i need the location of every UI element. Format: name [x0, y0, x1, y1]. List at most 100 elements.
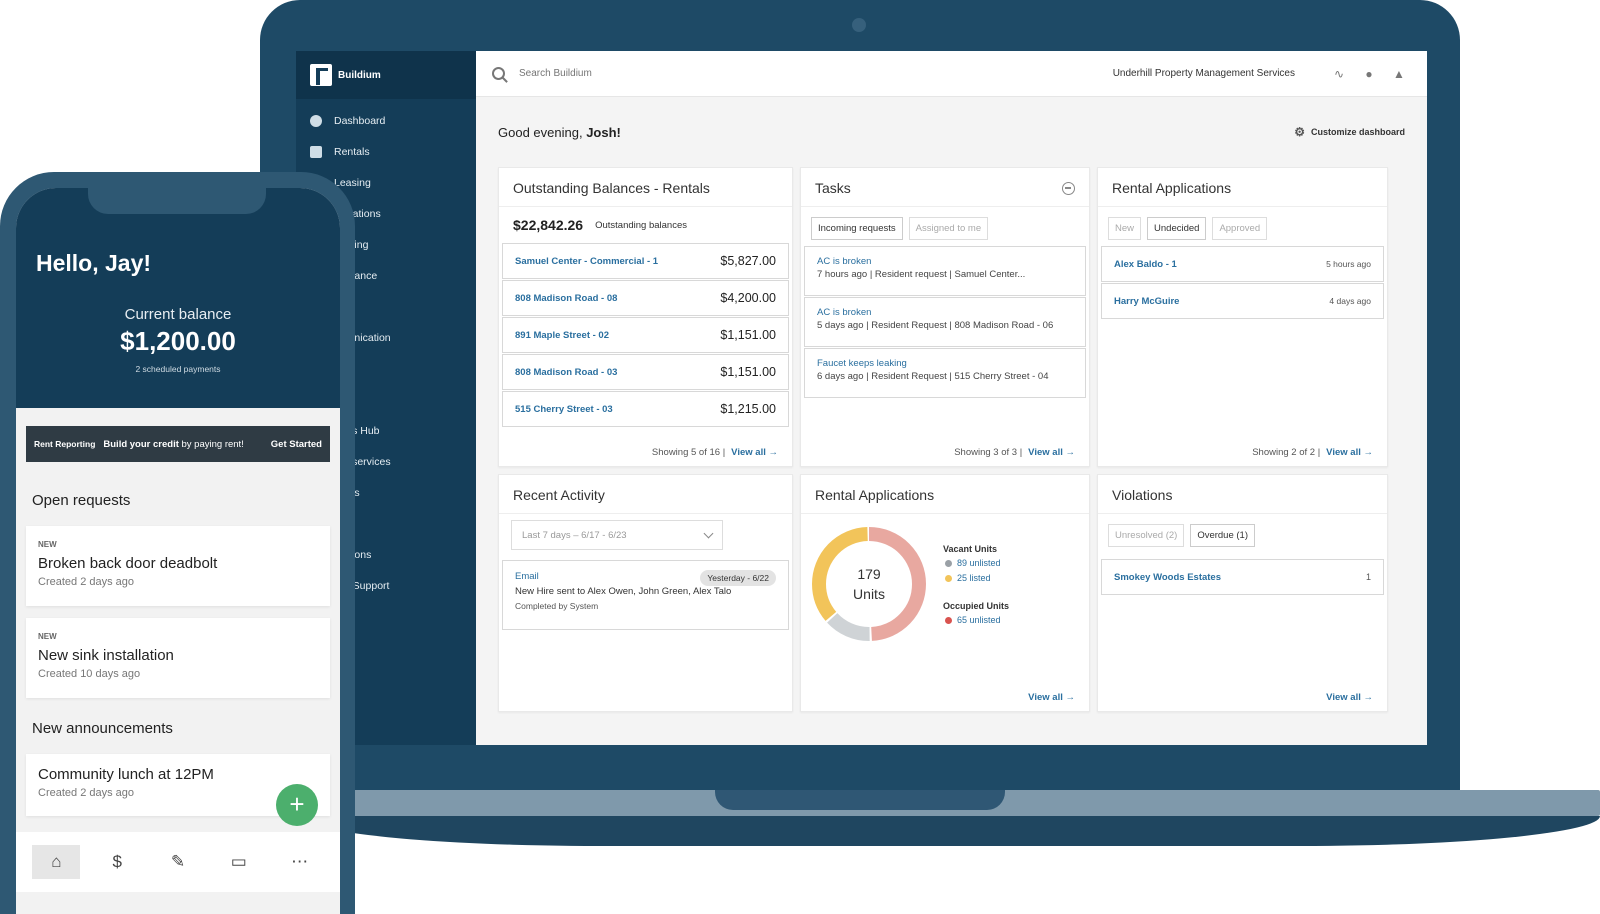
card-title: Outstanding Balances - Rentals — [499, 168, 792, 207]
activity-completed-by: Completed by System — [515, 601, 599, 611]
current-balance-label: Current balance — [124, 306, 232, 323]
request-created: Created 2 days ago — [38, 576, 135, 588]
request-card[interactable]: NEW New sink installation Created 10 day… — [26, 618, 330, 698]
collapse-icon[interactable] — [1062, 181, 1075, 195]
company-name[interactable]: Underhill Property Management Services — [1113, 68, 1295, 79]
units-total: 179 — [857, 566, 881, 582]
balance-row[interactable]: Samuel Center - Commercial - 1 $5,827.00 — [502, 243, 789, 279]
dashboard-grid: Outstanding Balances - Rentals $22,842.2… — [498, 167, 1405, 712]
open-requests-heading: Open requests — [32, 492, 131, 509]
legend-vacant-unlisted[interactable]: 89 unlisted — [943, 558, 1009, 568]
card-title: Recent Activity — [499, 475, 792, 514]
balances-total-label: Outstanding balances — [595, 219, 687, 231]
laptop-camera — [852, 18, 866, 32]
chevron-down-icon — [703, 528, 714, 538]
card-title: Rental Applications — [801, 475, 1089, 514]
violations-card: Violations Unresolved (2) Overdue (1) Sm… — [1097, 474, 1388, 712]
activity-date-badge: Yesterday - 6/22 — [700, 570, 776, 586]
customize-dashboard-button[interactable]: ⚙ Customize dashboard — [1294, 125, 1405, 139]
greeting: Good evening, Josh! — [498, 124, 621, 140]
view-all-link[interactable]: View all → — [1028, 447, 1075, 458]
phone-header: Hello, Jay! Current balance $1,200.00 2 … — [16, 188, 340, 408]
phone-notch — [88, 188, 266, 214]
new-badge: NEW — [38, 540, 57, 549]
task-item[interactable]: AC is broken 7 hours ago | Resident requ… — [804, 246, 1086, 296]
task-item[interactable]: AC is broken 5 days ago | Resident Reque… — [804, 297, 1086, 347]
sidebar-item-dashboard[interactable]: Dashboard — [296, 105, 476, 136]
tab-incoming-requests[interactable]: Incoming requests — [811, 217, 903, 240]
search-input[interactable] — [519, 68, 899, 79]
store-icon[interactable]: ▭ — [215, 845, 263, 879]
add-button[interactable]: + — [276, 784, 318, 826]
view-all-link[interactable]: View all → — [1326, 692, 1373, 703]
violations-tabs: Unresolved (2) Overdue (1) — [1098, 514, 1387, 553]
legend-occupied-unlisted[interactable]: 65 unlisted — [943, 615, 1009, 625]
activity-item[interactable]: Email Yesterday - 6/22 New Hire sent to … — [502, 560, 789, 630]
violation-row[interactable]: Smokey Woods Estates 1 — [1101, 559, 1384, 595]
tab-approved[interactable]: Approved — [1212, 217, 1268, 240]
rental-applications-card: Rental Applications New Undecided Approv… — [1097, 167, 1388, 467]
card-title: Tasks — [801, 168, 1089, 207]
phone-frame: Hello, Jay! Current balance $1,200.00 2 … — [0, 172, 355, 914]
view-all-link[interactable]: View all → — [731, 447, 778, 458]
card-footer: Showing 3 of 3 | View all → — [954, 447, 1075, 458]
tasks-tabs: Incoming requests Assigned to me — [801, 207, 1089, 246]
laptop-screen: Buildium Dashboard Rentals Leasing socia… — [296, 51, 1427, 745]
top-bar: Underhill Property Management Services ∿… — [476, 51, 1427, 97]
card-title: Violations — [1098, 475, 1387, 514]
laptop-bottom — [300, 816, 1600, 846]
view-all-link[interactable]: View all → — [1028, 692, 1075, 703]
legend-vacant-listed[interactable]: 25 listed — [943, 573, 1009, 583]
banner-text: Build your credit by paying rent! — [103, 438, 244, 450]
more-icon[interactable]: ⋯ — [276, 845, 324, 879]
units-label: Units — [853, 586, 885, 602]
balance-row[interactable]: 891 Maple Street - 02 $1,151.00 — [502, 317, 789, 353]
tab-overdue[interactable]: Overdue (1) — [1190, 524, 1255, 547]
chat-icon[interactable]: ● — [1361, 66, 1377, 82]
scheduled-payments[interactable]: 2 scheduled payments — [16, 364, 340, 374]
balance-row[interactable]: 515 Cherry Street - 03 $1,215.00 — [502, 391, 789, 427]
buildium-logo-icon — [310, 64, 332, 86]
current-balance: $1,200.00 — [120, 326, 236, 356]
applications-tabs: New Undecided Approved — [1098, 207, 1387, 246]
wrench-icon[interactable]: ✎ — [154, 845, 202, 879]
building-icon — [310, 145, 322, 158]
tab-new[interactable]: New — [1108, 217, 1142, 240]
sidebar-item-rentals[interactable]: Rentals — [296, 136, 476, 167]
occupied-units-heading: Occupied Units — [943, 601, 1010, 611]
application-row[interactable]: Alex Baldo - 15 hours ago — [1101, 246, 1384, 282]
dashboard-icon — [310, 114, 322, 127]
greeting-row: Good evening, Josh! ⚙ Customize dashboar… — [498, 97, 1405, 167]
request-card[interactable]: NEW Broken back door deadbolt Created 2 … — [26, 526, 330, 606]
balances-total: $22,842.26 — [513, 217, 584, 233]
tab-unresolved[interactable]: Unresolved (2) — [1108, 524, 1185, 547]
application-row[interactable]: Harry McGuire 4 days ago — [1101, 283, 1384, 319]
announcement-title: Community lunch at 12PM — [38, 766, 214, 783]
rent-reporting-banner[interactable]: Rent Reporting Build your credit by payi… — [26, 426, 330, 462]
card-footer: Showing 5 of 16 | View all → — [652, 447, 778, 458]
date-range-select[interactable]: Last 7 days – 6/17 - 6/23 — [511, 520, 723, 550]
phone-greeting: Hello, Jay! — [36, 250, 152, 276]
tab-assigned-to-me[interactable]: Assigned to me — [908, 217, 989, 240]
balance-row[interactable]: 808 Madison Road - 03 $1,151.00 — [502, 354, 789, 390]
gear-icon: ⚙ — [1294, 125, 1305, 139]
units-chart: 179 Units Vacant Units 89 unlisted 25 li… — [801, 514, 1089, 644]
task-item[interactable]: Faucet keeps leaking 6 days ago | Reside… — [804, 348, 1086, 398]
bell-icon[interactable]: ▲ — [1391, 66, 1407, 82]
search-icon[interactable] — [492, 67, 505, 80]
home-icon[interactable]: ⌂ — [32, 845, 81, 879]
card-footer: View all → — [1028, 692, 1075, 703]
dashboard-content: Good evening, Josh! ⚙ Customize dashboar… — [476, 97, 1427, 745]
balance-row[interactable]: 808 Madison Road - 08 $4,200.00 — [502, 280, 789, 316]
phone-tab-bar: ⌂ $ ✎ ▭ ⋯ — [16, 832, 340, 892]
tab-undecided[interactable]: Undecided — [1147, 217, 1207, 240]
activity-icon[interactable]: ∿ — [1331, 66, 1347, 82]
dollar-icon[interactable]: $ — [93, 845, 141, 879]
view-all-link[interactable]: View all → — [1326, 447, 1373, 458]
phone-screen: Hello, Jay! Current balance $1,200.00 2 … — [16, 188, 340, 914]
showing-count: Showing 2 of 2 | — [1252, 447, 1321, 458]
showing-count: Showing 3 of 3 | — [954, 447, 1023, 458]
brand[interactable]: Buildium — [296, 51, 476, 99]
get-started-button[interactable]: Get Started — [271, 439, 322, 450]
donut-center: 179 Units — [809, 524, 929, 644]
